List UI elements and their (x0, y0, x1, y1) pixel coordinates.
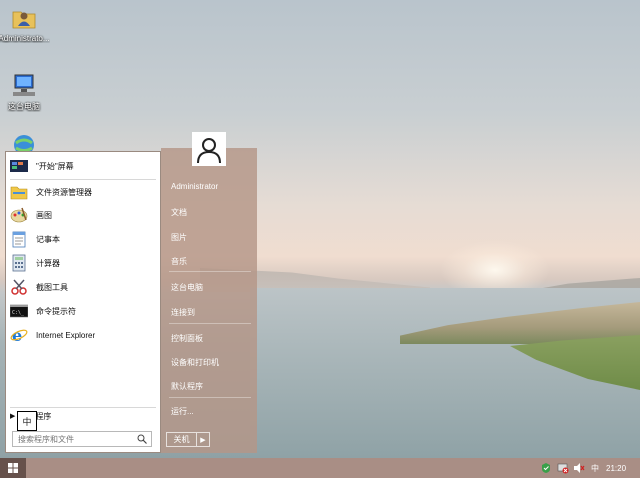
action-center-icon[interactable] (540, 461, 552, 475)
start-menu-left-pane: "开始"屏幕 文件资源管理器 画图 记事本 计算器 截图工具 C:\_ 命令提示… (5, 151, 161, 453)
paint-icon (10, 206, 28, 224)
shutdown-label: 关机 (173, 435, 190, 444)
ime-mode-indicator: 中 (17, 411, 37, 431)
computer-icon (10, 71, 38, 99)
notepad-icon (10, 230, 28, 248)
pinned-item-label: "开始"屏幕 (36, 161, 74, 171)
pinned-item-paint[interactable]: 画图 (6, 204, 160, 226)
windows-logo-icon (8, 463, 18, 473)
desktop-icon-this-pc[interactable]: 这台电脑 (0, 71, 50, 112)
shutdown-options-chevron-icon[interactable]: ▶ (196, 433, 209, 446)
ime-indicator[interactable]: 中 (591, 461, 599, 475)
file-explorer-icon (10, 183, 28, 201)
ie-icon: e (10, 326, 28, 345)
right-item-music[interactable]: 音乐 (171, 256, 187, 267)
avatar-icon (194, 134, 224, 164)
divider (169, 323, 251, 324)
desktop-icon-administrator[interactable]: Administrato... (0, 4, 50, 43)
pinned-item-label: Internet Explorer (36, 330, 96, 340)
right-item-default-programs[interactable]: 默认程序 (171, 381, 203, 392)
start-search-box[interactable] (12, 431, 152, 447)
pinned-item-label: 命令提示符 (36, 306, 76, 316)
pinned-item-snipping-tool[interactable]: 截图工具 (6, 276, 160, 298)
user-account-picture[interactable] (192, 132, 226, 166)
svg-text:C:\_: C:\_ (12, 310, 25, 316)
pinned-item-internet-explorer[interactable]: e Internet Explorer (6, 324, 160, 346)
pinned-item-calculator[interactable]: 计算器 (6, 252, 160, 274)
divider (10, 179, 156, 180)
shutdown-button[interactable]: 关机 ▶ (166, 432, 210, 447)
cmd-icon: C:\_ (9, 302, 29, 320)
divider (10, 407, 156, 408)
start-search-input[interactable] (13, 432, 131, 446)
arrow-right-icon: ▶ (10, 413, 16, 420)
pinned-item-label: 文件资源管理器 (36, 187, 92, 197)
desktop-icon-label: 这台电脑 (8, 102, 40, 111)
start-button[interactable] (0, 458, 26, 478)
pinned-item-label: 截图工具 (36, 282, 68, 292)
divider (169, 271, 251, 272)
pinned-item-label: 记事本 (36, 234, 60, 244)
network-status-icon[interactable] (557, 461, 569, 475)
right-item-pictures[interactable]: 图片 (171, 232, 187, 243)
right-item-devices-printers[interactable]: 设备和打印机 (171, 357, 219, 368)
volume-muted-icon[interactable] (573, 461, 585, 475)
user-name[interactable]: Administrator (171, 182, 218, 191)
search-icon[interactable] (137, 434, 147, 446)
right-item-connect-to[interactable]: 连接到 (171, 307, 195, 318)
pinned-item-label: 画图 (36, 210, 52, 220)
taskbar: 中 21:20 (0, 458, 640, 478)
pinned-item-start-screen[interactable]: "开始"屏幕 (6, 155, 160, 177)
right-item-documents[interactable]: 文档 (171, 207, 187, 218)
start-menu-right-pane: Administrator 文档 图片 音乐 这台电脑 连接到 控制面板 设备和… (161, 148, 257, 453)
right-item-this-pc[interactable]: 这台电脑 (171, 282, 203, 293)
start-screen-icon (10, 157, 28, 175)
clock[interactable]: 21:20 (606, 461, 626, 475)
desktop-icon-label: Administrato... (0, 34, 50, 43)
divider (169, 397, 251, 398)
right-item-run[interactable]: 运行... (171, 406, 194, 417)
pinned-item-label: 计算器 (36, 258, 60, 268)
calculator-icon (10, 254, 28, 272)
pinned-item-file-explorer[interactable]: 文件资源管理器 (6, 181, 160, 203)
user-folder-icon (10, 4, 38, 32)
right-item-control-panel[interactable]: 控制面板 (171, 333, 203, 344)
pinned-item-command-prompt[interactable]: C:\_ 命令提示符 (6, 300, 160, 322)
pinned-item-notepad[interactable]: 记事本 (6, 228, 160, 250)
snipping-tool-icon (10, 278, 28, 296)
